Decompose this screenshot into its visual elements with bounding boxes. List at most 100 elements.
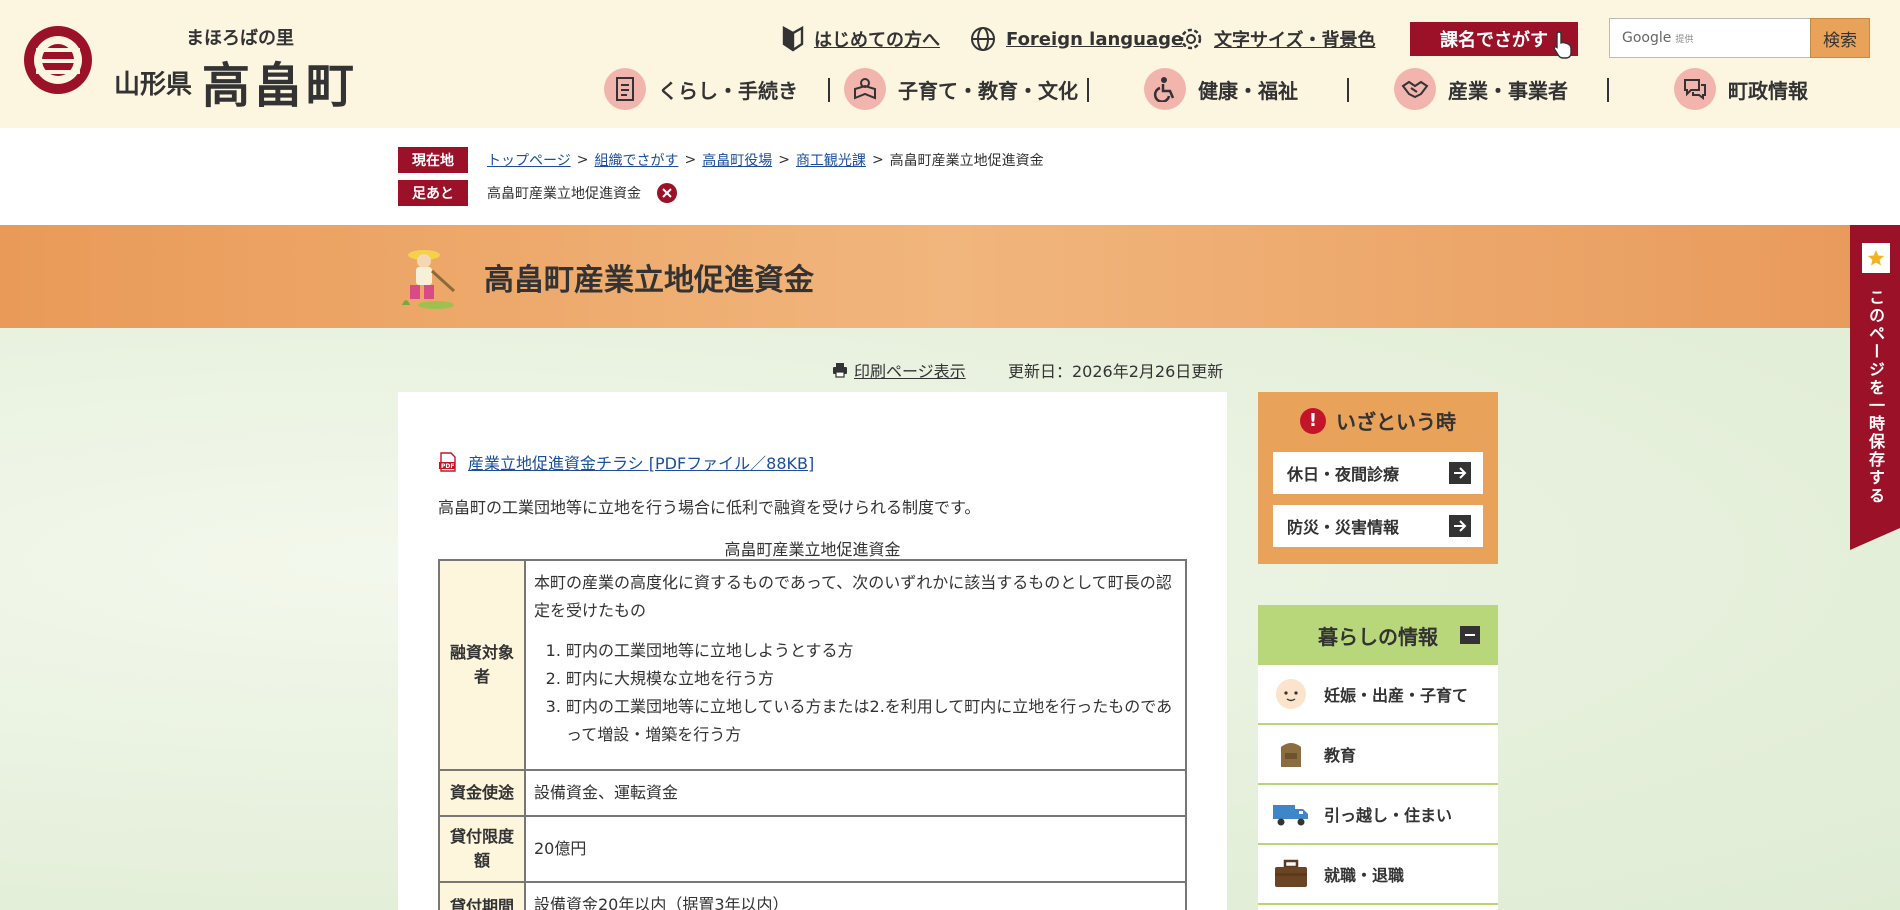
first-time-link[interactable]: はじめての方へ — [782, 22, 940, 56]
text-size-label: 文字サイズ・背景色 — [1214, 30, 1376, 51]
search-brand-label: Google — [1622, 30, 1672, 46]
briefcase-icon — [1272, 855, 1310, 893]
first-time-label: はじめての方へ — [814, 30, 940, 51]
document-icon — [604, 68, 646, 110]
gnav-industry-label: 産業・事業者 — [1448, 78, 1568, 103]
gnav-divider — [1347, 78, 1349, 102]
living-info-header[interactable]: 暮らしの情報 — [1258, 605, 1498, 665]
farmer-illustration-icon — [402, 250, 456, 309]
emergency-title: いざという時 — [1336, 410, 1456, 434]
life-item-label: 就職・退職 — [1324, 866, 1405, 885]
site-search-input[interactable]: Google 提供 — [1609, 18, 1811, 58]
moving-truck-icon — [1272, 795, 1310, 833]
main-content: PDF 産業立地促進資金チラシ [PDFファイル／88KB] 高畠町の工業団地等… — [398, 392, 1227, 910]
life-item-education[interactable]: 教育 — [1258, 725, 1498, 785]
life-item-moving[interactable]: 引っ越し・住まい — [1258, 785, 1498, 845]
globe-icon — [971, 27, 995, 51]
handshake-icon — [1394, 68, 1436, 110]
gnav-health[interactable]: 健康・福祉 — [1144, 68, 1298, 110]
print-page-link[interactable]: 印刷ページ表示 — [832, 358, 966, 382]
eligible-lead-text: 本町の産業の高度化に資するものであって、次のいずれかに該当するものとして町長の認… — [534, 573, 1172, 620]
loan-detail-table: 融資対象者 本町の産業の高度化に資するものであって、次のいずれかに該当するものと… — [438, 559, 1187, 910]
row-value-period: 設備資金20年以内（据置3年以内） — [524, 881, 1187, 910]
life-item-label: 教育 — [1324, 746, 1357, 765]
life-item-pregnancy[interactable]: 妊娠・出産・子育て — [1258, 665, 1498, 725]
footprint-list: 高畠町産業立地促進資金 — [487, 181, 677, 205]
gnav-living-label: くらし・手続き — [658, 78, 798, 103]
foreign-language-link[interactable]: Foreign language — [970, 22, 1183, 56]
life-item-employment[interactable]: 就職・退職 — [1258, 845, 1498, 905]
site-header: まほろばの里 山形県 高畠町 はじめての方へ Foreign language … — [0, 0, 1900, 128]
gear-icon — [1180, 28, 1202, 50]
pdf-link-row: PDF 産業立地促進資金チラシ [PDFファイル／88KB] — [438, 450, 814, 474]
disaster-info-label: 防災・災害情報 — [1287, 518, 1400, 537]
row-header-eligible: 融資対象者 — [438, 559, 526, 771]
svg-text:PDF: PDF — [441, 463, 454, 470]
foreign-language-label: Foreign language — [1006, 28, 1184, 50]
gnav-living[interactable]: くらし・手続き — [604, 68, 798, 110]
gnav-divider — [1607, 78, 1609, 102]
search-button[interactable]: 検索 — [1810, 18, 1870, 58]
list-item: 町内の工業団地等に立地しようとする方 — [566, 637, 1177, 665]
print-page-label: 印刷ページ表示 — [854, 362, 966, 381]
breadcrumb-town-office[interactable]: 高畠町役場 — [702, 150, 772, 170]
gnav-divider — [1087, 78, 1089, 102]
mouse-pointer-icon — [1553, 31, 1572, 59]
site-logo[interactable]: まほろばの里 山形県 高畠町 — [24, 24, 374, 114]
school-bag-icon — [1272, 735, 1310, 773]
current-location-tag: 現在地 — [398, 147, 468, 173]
pdf-flyer-link[interactable]: 産業立地促進資金チラシ [PDFファイル／88KB] — [468, 450, 814, 474]
printer-icon — [833, 363, 847, 378]
breadcrumb-organization[interactable]: 組織でさがす — [594, 150, 678, 170]
living-info-title: 暮らしの情報 — [1318, 624, 1438, 649]
gnav-government-label: 町政情報 — [1728, 78, 1808, 103]
arrow-right-icon — [1449, 515, 1471, 537]
logo-prefecture: 山形県 — [114, 70, 193, 100]
collapse-icon[interactable] — [1460, 626, 1480, 644]
eligible-list: 町内の工業団地等に立地しようとする方 町内に大規模な立地を行う方 町内の工業団地… — [566, 637, 1177, 749]
breadcrumb-current: 高畠町産業立地促進資金 — [889, 153, 1044, 169]
town-emblem-icon — [24, 26, 92, 94]
intro-text: 高畠町の工業団地等に立地を行う場合に低利で融資を受けられる制度です。 — [438, 498, 981, 517]
breadcrumb-commerce-tourism[interactable]: 商工観光課 — [796, 150, 866, 170]
star-icon — [1862, 243, 1890, 273]
wheelchair-icon — [1144, 68, 1186, 110]
gnav-industry[interactable]: 産業・事業者 — [1394, 68, 1568, 110]
title-band: 高畠町産業立地促進資金 — [0, 225, 1900, 328]
living-info-panel: 暮らしの情報 妊娠・出産・子育て 教育 引っ越し・住まい 就職・退職 — [1258, 605, 1498, 910]
pdf-file-icon: PDF — [439, 452, 456, 472]
row-value-limit: 20億円 — [524, 815, 1187, 883]
list-item: 町内の工業団地等に立地している方または2.を利用して町内に立地を行ったものであっ… — [566, 693, 1177, 749]
footprint-tag: 足あと — [398, 180, 468, 206]
list-item: 町内に大規模な立地を行う方 — [566, 665, 1177, 693]
text-size-link[interactable]: 文字サイズ・背景色 — [1178, 22, 1375, 56]
arrow-right-icon — [1449, 462, 1471, 484]
gnav-health-label: 健康・福祉 — [1198, 78, 1298, 103]
table-row: 融資対象者 本町の産業の高度化に資するものであって、次のいずれかに該当するものと… — [438, 559, 1187, 771]
life-item-label: 妊娠・出産・子育て — [1324, 686, 1469, 705]
row-header-usage: 資金使途 — [438, 769, 526, 817]
table-row: 貸付期間 設備資金20年以内（据置3年以内） — [438, 881, 1187, 910]
footprint-item[interactable]: 高畠町産業立地促進資金 — [487, 183, 641, 203]
table-row: 資金使途 設備資金、運転資金 — [438, 769, 1187, 817]
gnav-childcare[interactable]: 子育て・教育・文化 — [844, 68, 1078, 110]
gnav-childcare-label: 子育て・教育・文化 — [898, 78, 1078, 103]
page-title: 高畠町産業立地促進資金 — [484, 263, 814, 298]
gnav-government[interactable]: 町政情報 — [1674, 68, 1808, 110]
emergency-heading: ! いざという時 — [1258, 406, 1498, 435]
breadcrumb-top[interactable]: トップページ — [487, 150, 571, 170]
table-row: 貸付限度額 20億円 — [438, 815, 1187, 883]
row-header-period: 貸付期間 — [438, 881, 526, 910]
close-icon[interactable] — [657, 183, 677, 203]
row-value-usage: 設備資金、運転資金 — [524, 769, 1187, 817]
holiday-clinic-link[interactable]: 休日・夜間診療 — [1273, 452, 1483, 494]
breadcrumb: トップページ > 組織でさがす > 高畠町役場 > 商工観光課 > 高畠町産業立地促進資… — [487, 150, 1044, 170]
alert-icon: ! — [1300, 407, 1326, 434]
speech-bubble-icon — [1674, 68, 1716, 110]
save-page-tab[interactable]: このページを一時保存する — [1850, 225, 1900, 550]
save-page-label: このページを一時保存する — [1866, 289, 1885, 505]
disaster-info-link[interactable]: 防災・災害情報 — [1273, 505, 1483, 547]
life-item-label: 引っ越し・住まい — [1324, 806, 1453, 825]
updated-date: 更新日：2026年2月26日更新 — [1008, 362, 1224, 381]
logo-town-name: 高畠町 — [202, 58, 359, 114]
